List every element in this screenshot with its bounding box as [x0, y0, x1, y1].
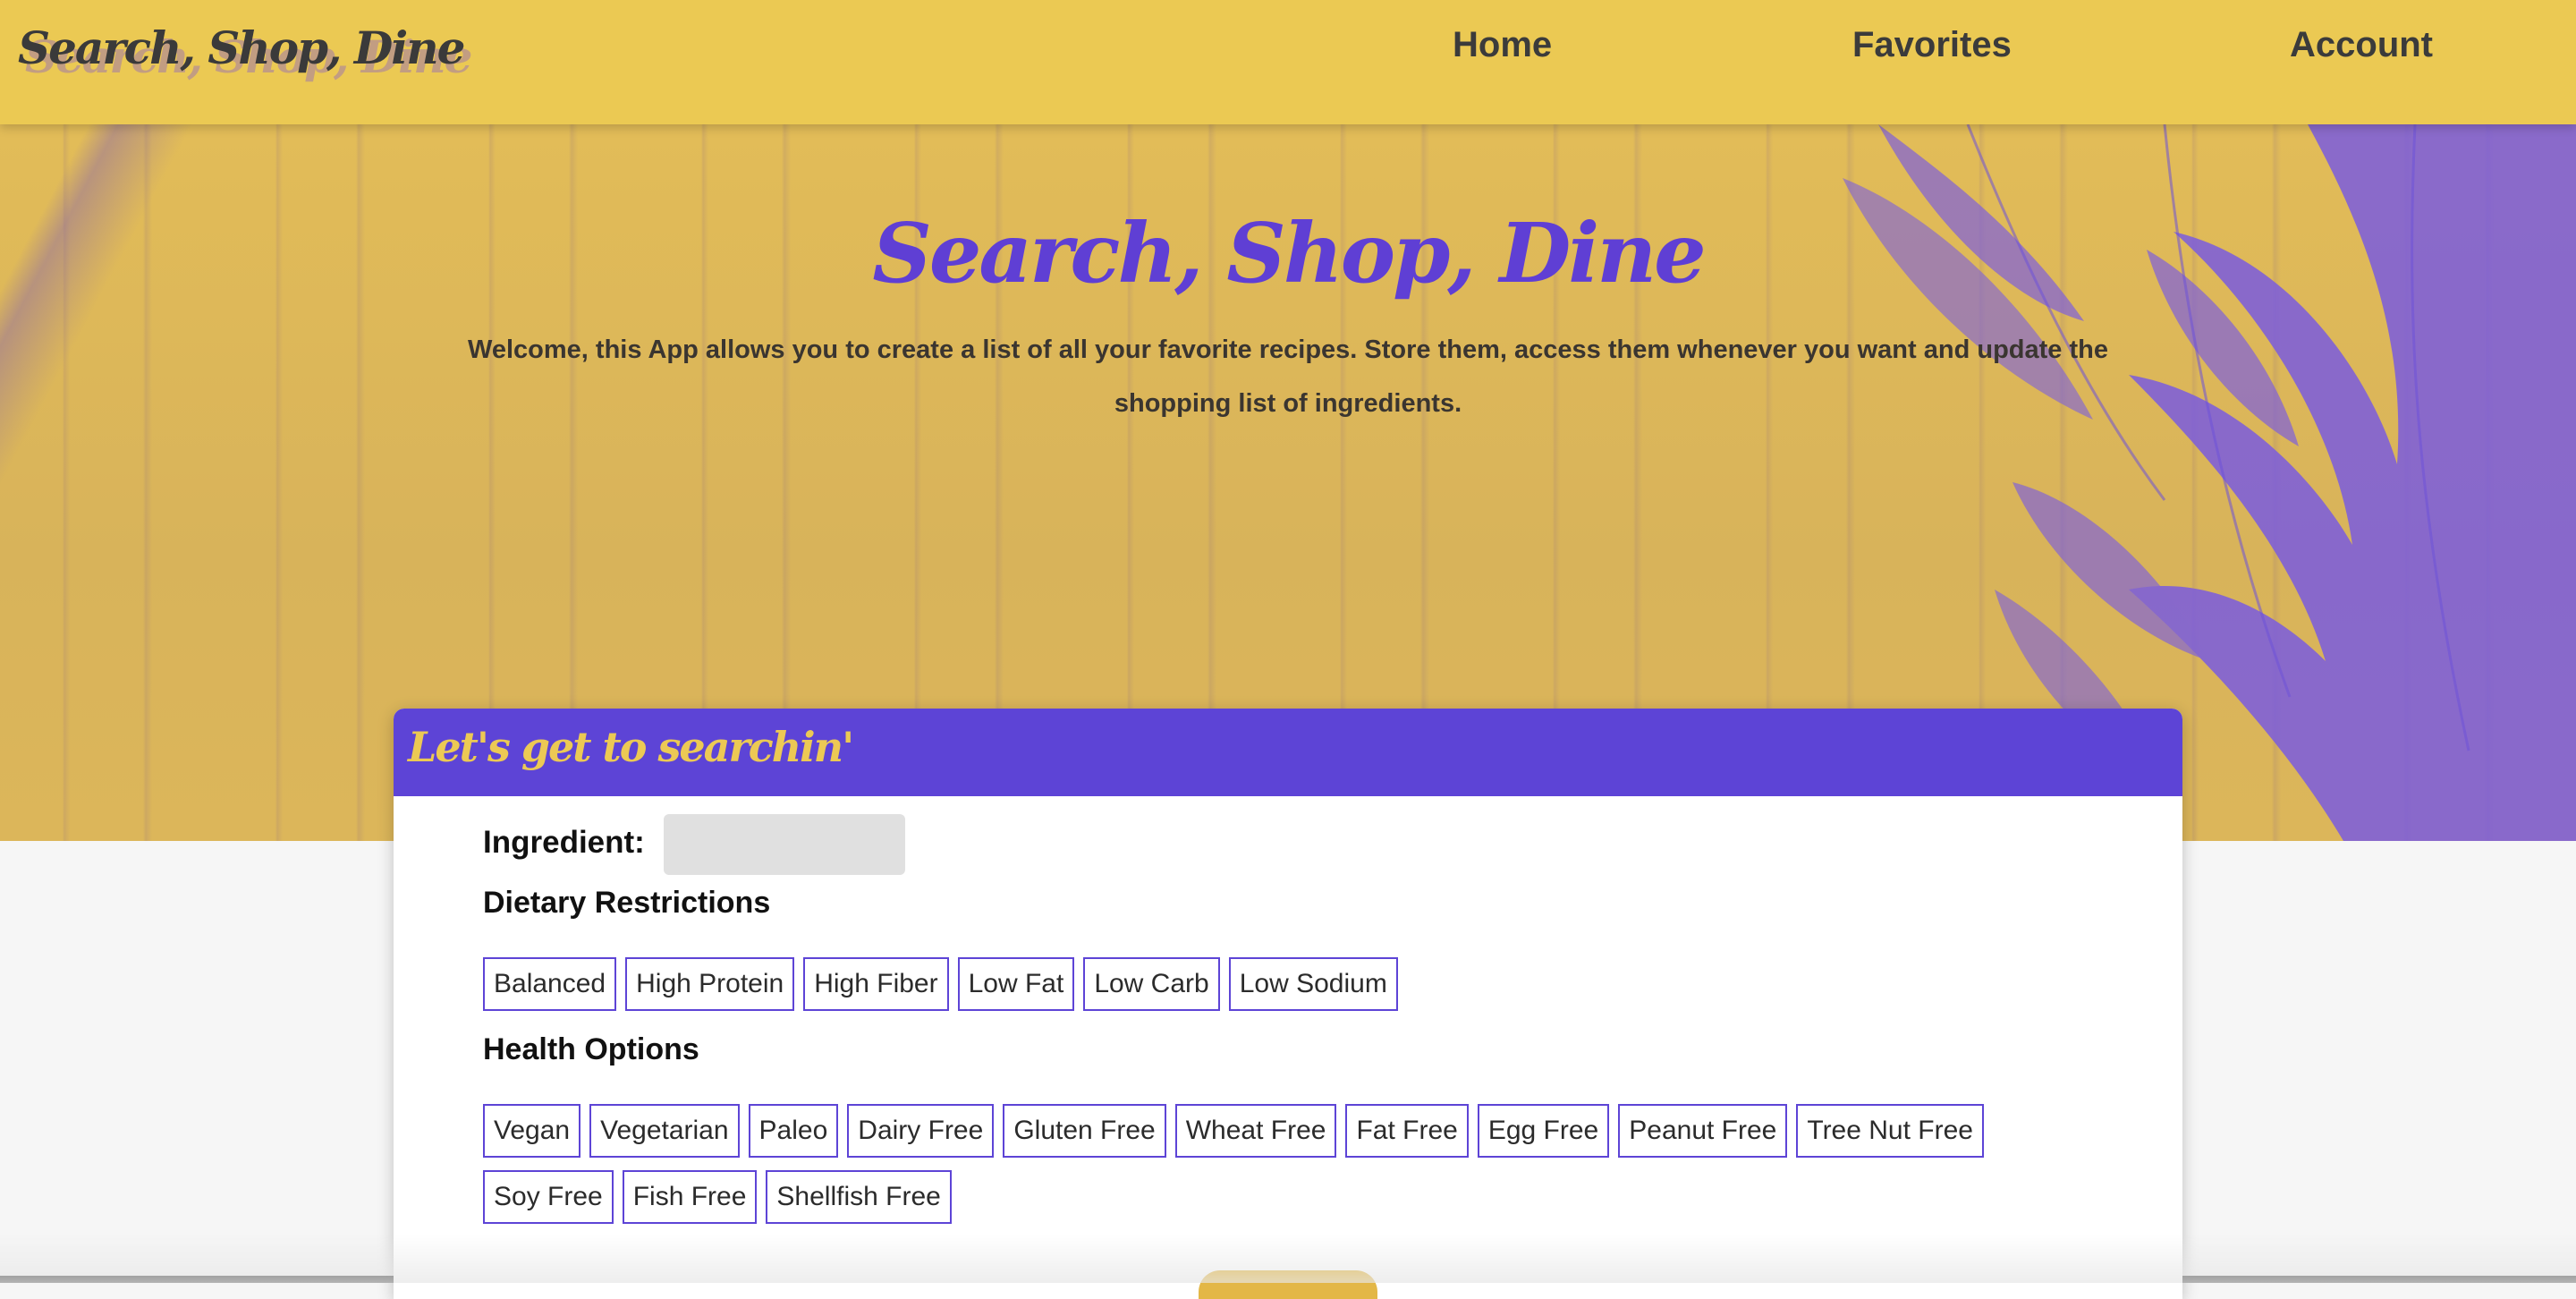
- search-card-header: Let's get to searchin': [394, 709, 2182, 796]
- ingredient-input[interactable]: [664, 814, 905, 875]
- health-option-fat-free[interactable]: Fat Free: [1345, 1104, 1469, 1158]
- dietary-options: Balanced High Protein High Fiber Low Fat…: [483, 957, 1398, 1011]
- health-option-paleo[interactable]: Paleo: [748, 1104, 839, 1158]
- health-option-soy-free[interactable]: Soy Free: [483, 1170, 614, 1224]
- dietary-restrictions-title: Dietary Restrictions: [483, 886, 771, 920]
- hero-welcome-text: Welcome, this App allows you to create a…: [468, 335, 2108, 418]
- search-card-title: Let's get to searchin': [408, 723, 854, 771]
- hero-title: Search, Shop, Dine: [872, 205, 1706, 301]
- health-options-title: Health Options: [483, 1032, 699, 1066]
- health-option-shellfish-free[interactable]: Shellfish Free: [766, 1170, 952, 1224]
- ingredient-label: Ingredient:: [483, 825, 645, 860]
- health-option-egg-free[interactable]: Egg Free: [1477, 1104, 1610, 1158]
- health-options-row-1: Vegan Vegetarian Paleo Dairy Free Gluten…: [483, 1104, 1984, 1158]
- dietary-option-balanced[interactable]: Balanced: [483, 957, 617, 1011]
- search-card: Let's get to searchin' Ingredient: Dieta…: [394, 709, 2182, 1299]
- dietary-option-low-fat[interactable]: Low Fat: [957, 957, 1075, 1011]
- dietary-option-high-fiber[interactable]: High Fiber: [803, 957, 949, 1011]
- nav-link-home[interactable]: Home: [1453, 25, 1552, 65]
- nav-link-favorites[interactable]: Favorites: [1852, 25, 2012, 65]
- health-options-row-2: Soy Free Fish Free Shellfish Free: [483, 1170, 952, 1224]
- brand-logo[interactable]: Search, Shop, Dine: [18, 21, 465, 74]
- dietary-option-low-carb[interactable]: Low Carb: [1083, 957, 1220, 1011]
- dietary-option-low-sodium[interactable]: Low Sodium: [1228, 957, 1398, 1011]
- dietary-option-high-protein[interactable]: High Protein: [625, 957, 795, 1011]
- nav-link-account[interactable]: Account: [2290, 25, 2433, 65]
- health-option-vegetarian[interactable]: Vegetarian: [589, 1104, 740, 1158]
- health-option-fish-free[interactable]: Fish Free: [622, 1170, 758, 1224]
- search-button[interactable]: [1199, 1270, 1377, 1299]
- health-option-wheat-free[interactable]: Wheat Free: [1174, 1104, 1337, 1158]
- navbar: Search, Shop, Dine Home Favorites Accoun…: [0, 0, 2576, 124]
- health-option-tree-nut-free[interactable]: Tree Nut Free: [1796, 1104, 1984, 1158]
- health-option-dairy-free[interactable]: Dairy Free: [847, 1104, 995, 1158]
- health-option-peanut-free[interactable]: Peanut Free: [1618, 1104, 1788, 1158]
- health-option-gluten-free[interactable]: Gluten Free: [1003, 1104, 1166, 1158]
- health-option-vegan[interactable]: Vegan: [483, 1104, 581, 1158]
